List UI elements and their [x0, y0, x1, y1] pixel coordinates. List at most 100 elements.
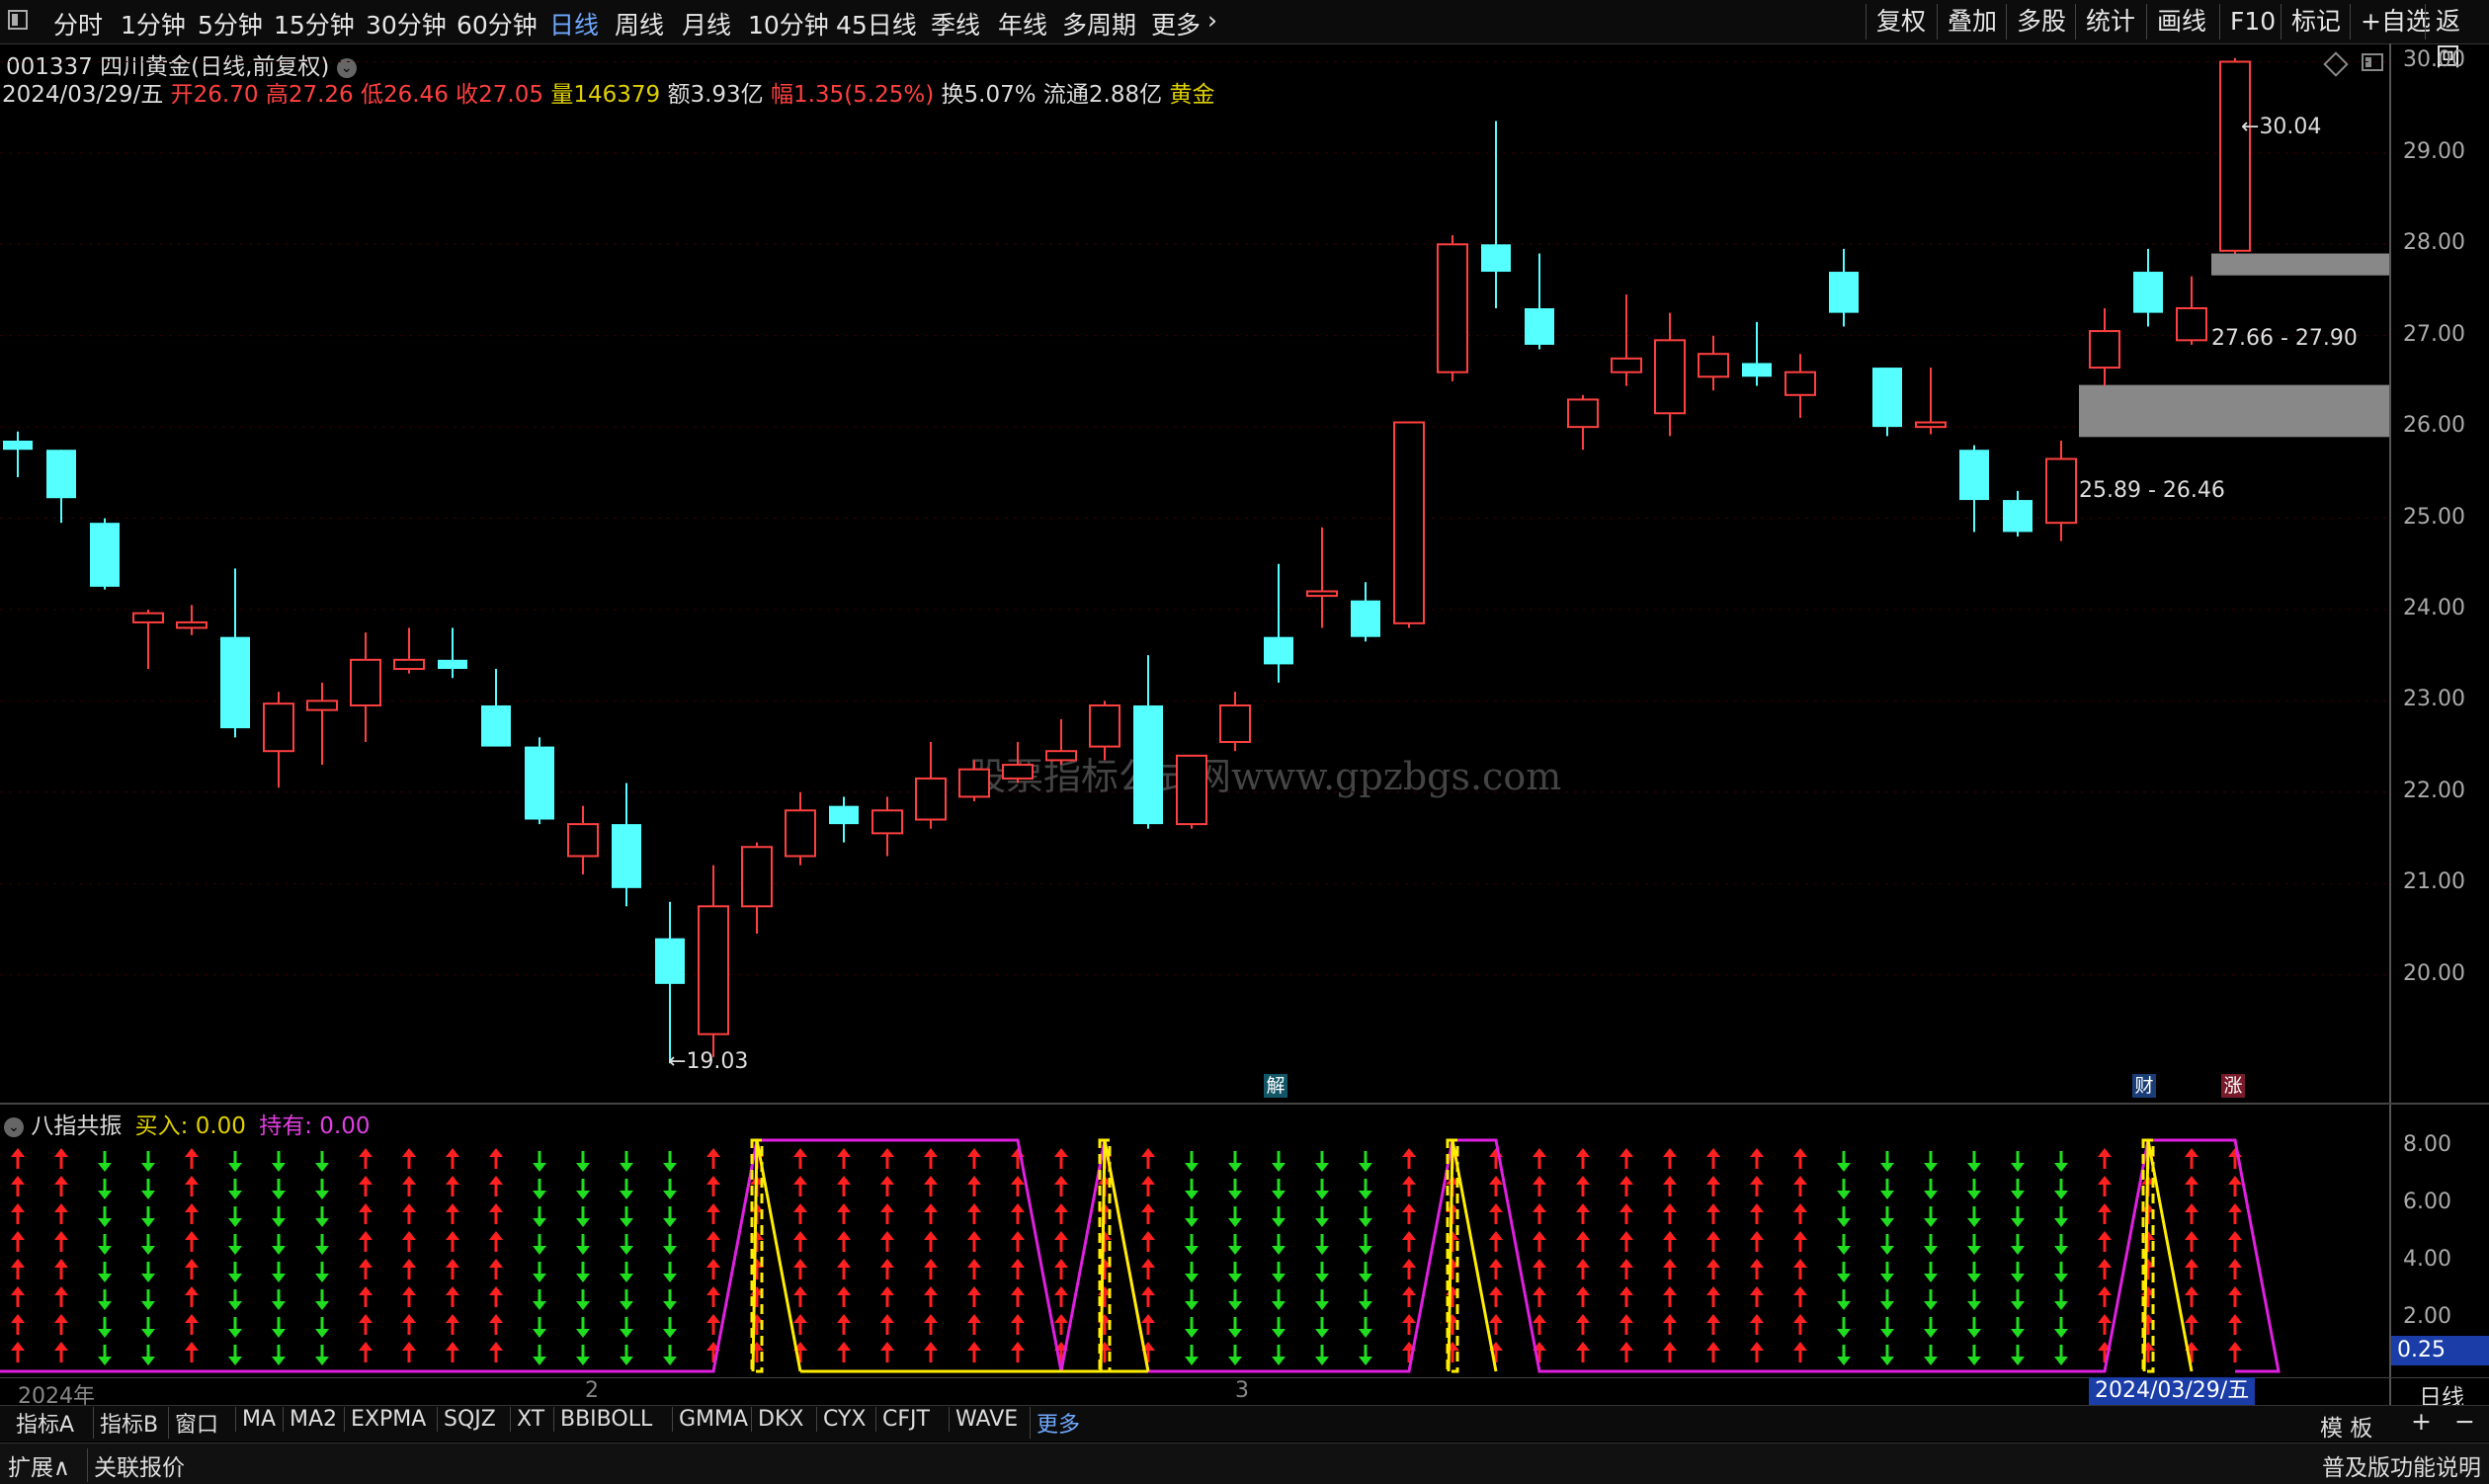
period-tab-7[interactable]: 周线: [615, 6, 664, 41]
up-arrow-icon: [880, 1314, 894, 1335]
indicator-tab-4[interactable]: MA2: [283, 1407, 337, 1432]
down-arrow-icon: [315, 1317, 329, 1338]
indicator-tab-6[interactable]: SQJZ: [437, 1407, 496, 1432]
toolbar-button-5[interactable]: F10: [2219, 4, 2285, 40]
up-arrow-icon: [54, 1342, 68, 1362]
up-arrow-icon: [1141, 1203, 1155, 1224]
down-arrow-icon: [1967, 1206, 1981, 1227]
period-tab-14[interactable]: 更多: [1151, 6, 1201, 41]
up-arrow-icon: [1489, 1286, 1503, 1307]
down-arrow-icon: [2054, 1206, 2068, 1227]
period-tab-10[interactable]: 45日线: [836, 6, 917, 41]
indicator-tab-14[interactable]: 更多: [1030, 1407, 1080, 1439]
up-arrow-icon: [1750, 1314, 1764, 1335]
period-tab-0[interactable]: 分时: [53, 6, 103, 41]
candle: [132, 609, 164, 670]
up-arrow-icon: [924, 1148, 938, 1169]
down-arrow-icon: [141, 1151, 155, 1172]
down-arrow-icon: [1228, 1234, 1242, 1255]
indicator-tab-3[interactable]: MA: [235, 1407, 276, 1432]
period-tab-11[interactable]: 季线: [931, 6, 980, 41]
down-arrow-icon: [2011, 1179, 2025, 1199]
up-arrow-icon: [837, 1176, 851, 1196]
help-link[interactable]: 普及版功能说明: [2322, 1448, 2481, 1482]
toolbar-button-0[interactable]: 复权: [1866, 4, 1936, 40]
expand-button[interactable]: 扩展∧: [8, 1448, 70, 1482]
zoom-out-button[interactable]: −: [2454, 1407, 2475, 1436]
up-arrow-icon: [1706, 1176, 1720, 1196]
down-arrow-icon: [1272, 1151, 1286, 1172]
candle: [263, 692, 294, 788]
candle: [1611, 294, 1642, 386]
event-jie-badge[interactable]: 解: [1264, 1074, 1287, 1098]
down-arrow-icon: [1967, 1179, 1981, 1199]
period-tab-6[interactable]: 日线: [549, 6, 599, 41]
period-tab-8[interactable]: 月线: [682, 6, 731, 41]
indicator-tab-11[interactable]: CYX: [816, 1407, 866, 1432]
candle: [393, 627, 425, 674]
down-arrow-icon: [141, 1206, 155, 1227]
gap-upper-label: 27.66 - 27.90: [2211, 326, 2358, 351]
toolbar-button-4[interactable]: 画线: [2146, 4, 2216, 40]
indicator-tab-7[interactable]: XT: [510, 1407, 544, 1432]
up-arrow-icon: [1489, 1314, 1503, 1335]
period-tab-1[interactable]: 1分钟: [121, 6, 186, 41]
toolbar-button-3[interactable]: 统计: [2075, 4, 2145, 40]
indicator-chart[interactable]: [0, 1136, 2389, 1377]
up-arrow-icon: [1533, 1148, 1546, 1169]
period-tab-2[interactable]: 5分钟: [198, 6, 263, 41]
up-arrow-icon: [1402, 1176, 1416, 1196]
candle: [1481, 121, 1511, 308]
period-tab-5[interactable]: 60分钟: [456, 6, 538, 41]
up-arrow-icon: [1576, 1176, 1590, 1196]
toolbar-button-2[interactable]: 多股: [2006, 4, 2076, 40]
indicator-tab-2[interactable]: 窗口: [168, 1407, 218, 1439]
down-arrow-icon: [2054, 1345, 2068, 1365]
event-zhang-badge[interactable]: 涨: [2221, 1074, 2245, 1098]
menu-icon[interactable]: [8, 10, 28, 30]
indicator-tab-0[interactable]: 指标A: [10, 1407, 74, 1439]
up-arrow-icon: [837, 1259, 851, 1279]
down-arrow-icon: [1185, 1262, 1199, 1282]
period-tab-3[interactable]: 15分钟: [274, 6, 355, 41]
indicator-tab-9[interactable]: GMMA: [672, 1407, 748, 1432]
indicator-tab-13[interactable]: WAVE: [949, 1407, 1018, 1432]
indicator-tab-1[interactable]: 指标B: [93, 1407, 158, 1439]
down-arrow-icon: [533, 1262, 546, 1282]
indicator-tab-5[interactable]: EXPMA: [344, 1407, 426, 1432]
related-quote-button[interactable]: 关联报价: [87, 1448, 185, 1482]
up-arrow-icon: [1750, 1203, 1764, 1224]
zoom-in-button[interactable]: +: [2411, 1407, 2432, 1436]
up-arrow-icon: [1402, 1203, 1416, 1224]
toolbar-button-8[interactable]: 返回: [2425, 4, 2489, 71]
down-arrow-icon: [620, 1151, 633, 1172]
event-cai-badge[interactable]: 财: [2132, 1074, 2156, 1098]
period-tab-4[interactable]: 30分钟: [366, 6, 447, 41]
period-tab-12[interactable]: 年线: [998, 6, 1047, 41]
indicator-tab-12[interactable]: CFJT: [875, 1407, 930, 1432]
down-arrow-icon: [1359, 1206, 1372, 1227]
toolbar-button-6[interactable]: 标记: [2281, 4, 2351, 40]
down-arrow-icon: [620, 1289, 633, 1310]
template-button[interactable]: 模 板: [2320, 1409, 2372, 1443]
period-tab-9[interactable]: 10分钟: [748, 6, 829, 41]
up-arrow-icon: [2228, 1203, 2242, 1224]
toolbar-button-1[interactable]: 叠加: [1937, 4, 2007, 40]
up-arrow-icon: [54, 1231, 68, 1252]
collapse-icon[interactable]: ⌄: [4, 1116, 24, 1137]
down-arrow-icon: [2011, 1234, 2025, 1255]
up-arrow-icon: [11, 1314, 25, 1335]
indicator-tab-10[interactable]: DKX: [751, 1407, 803, 1432]
xaxis-current-date: 2024/03/29/五: [2089, 1377, 2256, 1405]
up-arrow-icon: [1750, 1231, 1764, 1252]
high-mark-label: ←30.04: [2241, 115, 2322, 139]
candlestick-chart[interactable]: [0, 43, 2389, 1103]
period-tab-13[interactable]: 多周期: [1062, 6, 1136, 41]
more-chevron-icon[interactable]: ›: [1207, 6, 1217, 35]
up-arrow-icon: [2185, 1259, 2199, 1279]
axis-separator: [2389, 43, 2391, 1407]
down-arrow-icon: [1185, 1289, 1199, 1310]
down-arrow-icon: [98, 1206, 112, 1227]
down-arrow-icon: [1228, 1206, 1242, 1227]
indicator-tab-8[interactable]: BBIBOLL: [553, 1407, 652, 1432]
